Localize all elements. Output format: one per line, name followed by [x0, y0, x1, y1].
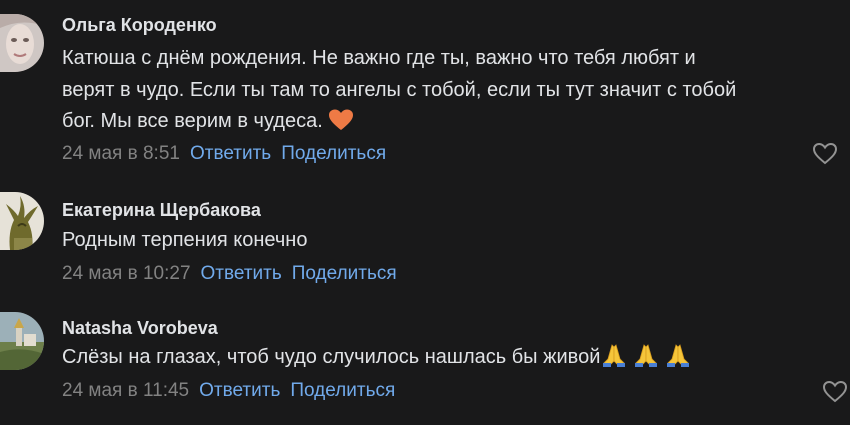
- comment-date[interactable]: 24 мая в 8:51: [62, 143, 180, 164]
- comment-author[interactable]: Екатерина Щербакова: [62, 200, 261, 221]
- comment-author[interactable]: Ольга Короденко: [62, 15, 217, 36]
- share-button[interactable]: Поделиться: [292, 263, 397, 284]
- avatar[interactable]: [0, 14, 44, 72]
- comment-item: Екатерина Щербакова Родным терпения коне…: [0, 170, 850, 300]
- comment-date[interactable]: 24 мая в 10:27: [62, 263, 191, 284]
- comment-date[interactable]: 24 мая в 11:45: [62, 380, 189, 401]
- comment-author[interactable]: Natasha Vorobeva: [62, 318, 218, 339]
- orange-heart-icon: [328, 109, 354, 140]
- comment-meta: 24 мая в 10:27 Ответить Поделиться: [62, 263, 397, 285]
- share-button[interactable]: Поделиться: [281, 143, 386, 164]
- comment-text: бог. Мы все верим в чудеса.: [62, 110, 329, 132]
- like-heart-icon[interactable]: [822, 380, 848, 404]
- comment-text: Слёзы на глазах, чтоб чудо случилось наш…: [62, 346, 601, 368]
- comment-meta: 24 мая в 11:45 Ответить Поделиться: [62, 380, 395, 402]
- comment-meta: 24 мая в 8:51 Ответить Поделиться: [62, 143, 386, 165]
- like-heart-icon[interactable]: [812, 142, 838, 166]
- comment-item: Natasha Vorobeva Слёзы на глазах, чтоб ч…: [0, 300, 850, 425]
- share-button[interactable]: Поделиться: [290, 380, 395, 401]
- comment-text-line: верят в чудо. Если ты там то ангелы с то…: [62, 79, 737, 101]
- comments-feed: Ольга Короденко Катюша с днём рождения. …: [0, 0, 850, 425]
- folded-hands-icon: [600, 343, 696, 376]
- reply-button[interactable]: Ответить: [201, 263, 282, 284]
- comment-text-line: Слёзы на глазах, чтоб чудо случилось наш…: [62, 342, 696, 376]
- comment-item: Ольга Короденко Катюша с днём рождения. …: [0, 0, 850, 170]
- comment-text-line: Родным терпения конечно: [62, 229, 308, 251]
- avatar[interactable]: [0, 192, 44, 250]
- reply-button[interactable]: Ответить: [199, 380, 280, 401]
- avatar[interactable]: [0, 312, 44, 370]
- comment-text-line: Катюша с днём рождения. Не важно где ты,…: [62, 47, 696, 69]
- comment-text-line: бог. Мы все верим в чудеса.: [62, 106, 354, 140]
- reply-button[interactable]: Ответить: [190, 143, 271, 164]
